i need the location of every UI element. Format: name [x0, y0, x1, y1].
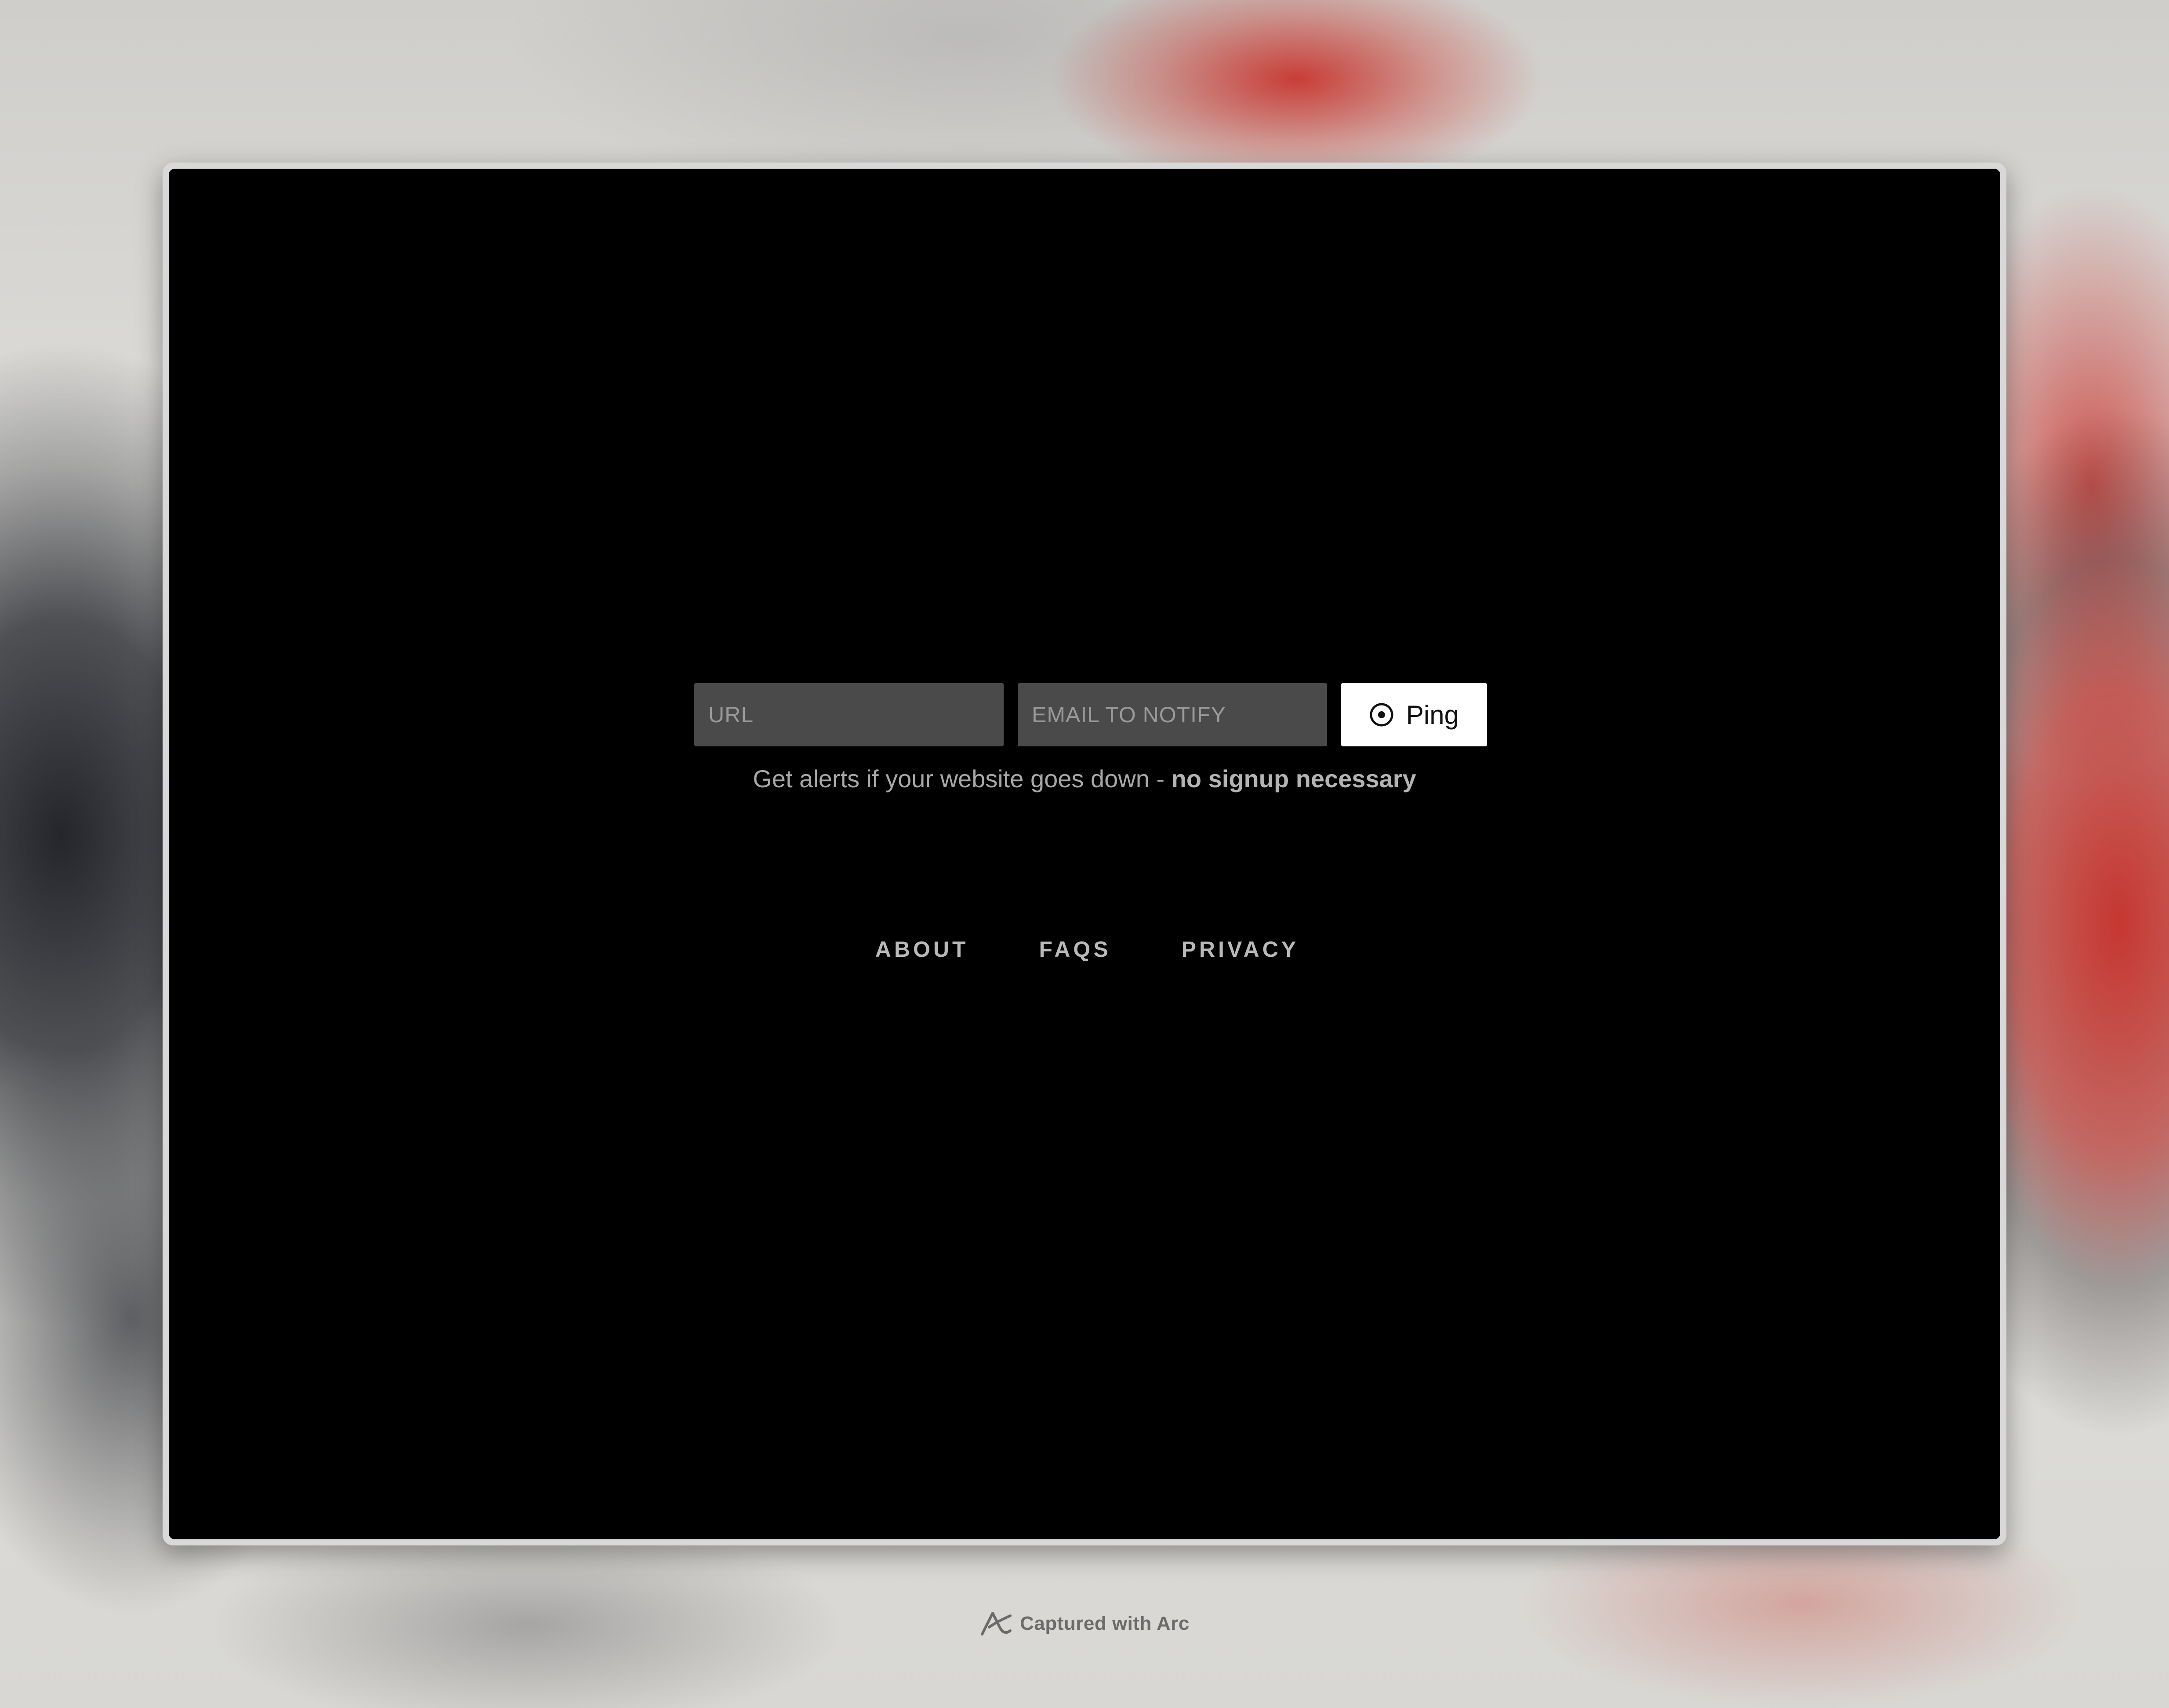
nav-link-faqs[interactable]: FAQS — [1039, 937, 1111, 962]
radio-target-icon — [1369, 702, 1394, 727]
capture-credit-text: Captured with Arc — [1020, 1613, 1190, 1634]
arc-logo-icon — [979, 1610, 1013, 1638]
tagline-emphasis: no signup necessary — [1171, 765, 1416, 792]
page-viewport: Ping Get alerts if your website goes dow… — [169, 169, 2000, 1539]
footer-nav: ABOUT FAQS PRIVACY — [169, 937, 2000, 962]
ping-button[interactable]: Ping — [1341, 683, 1487, 746]
ping-button-label: Ping — [1406, 700, 1459, 730]
nav-link-about[interactable]: ABOUT — [875, 937, 969, 962]
url-input[interactable] — [694, 683, 1004, 746]
nav-link-privacy[interactable]: PRIVACY — [1182, 937, 1299, 962]
tagline-text: Get alerts if your website goes down - — [753, 765, 1172, 792]
tagline: Get alerts if your website goes down - n… — [169, 764, 2000, 793]
email-input[interactable] — [1018, 683, 1327, 746]
browser-window: Ping Get alerts if your website goes dow… — [163, 163, 2006, 1545]
capture-credit: Captured with Arc — [0, 1610, 2169, 1638]
ping-form: Ping — [694, 683, 1487, 746]
